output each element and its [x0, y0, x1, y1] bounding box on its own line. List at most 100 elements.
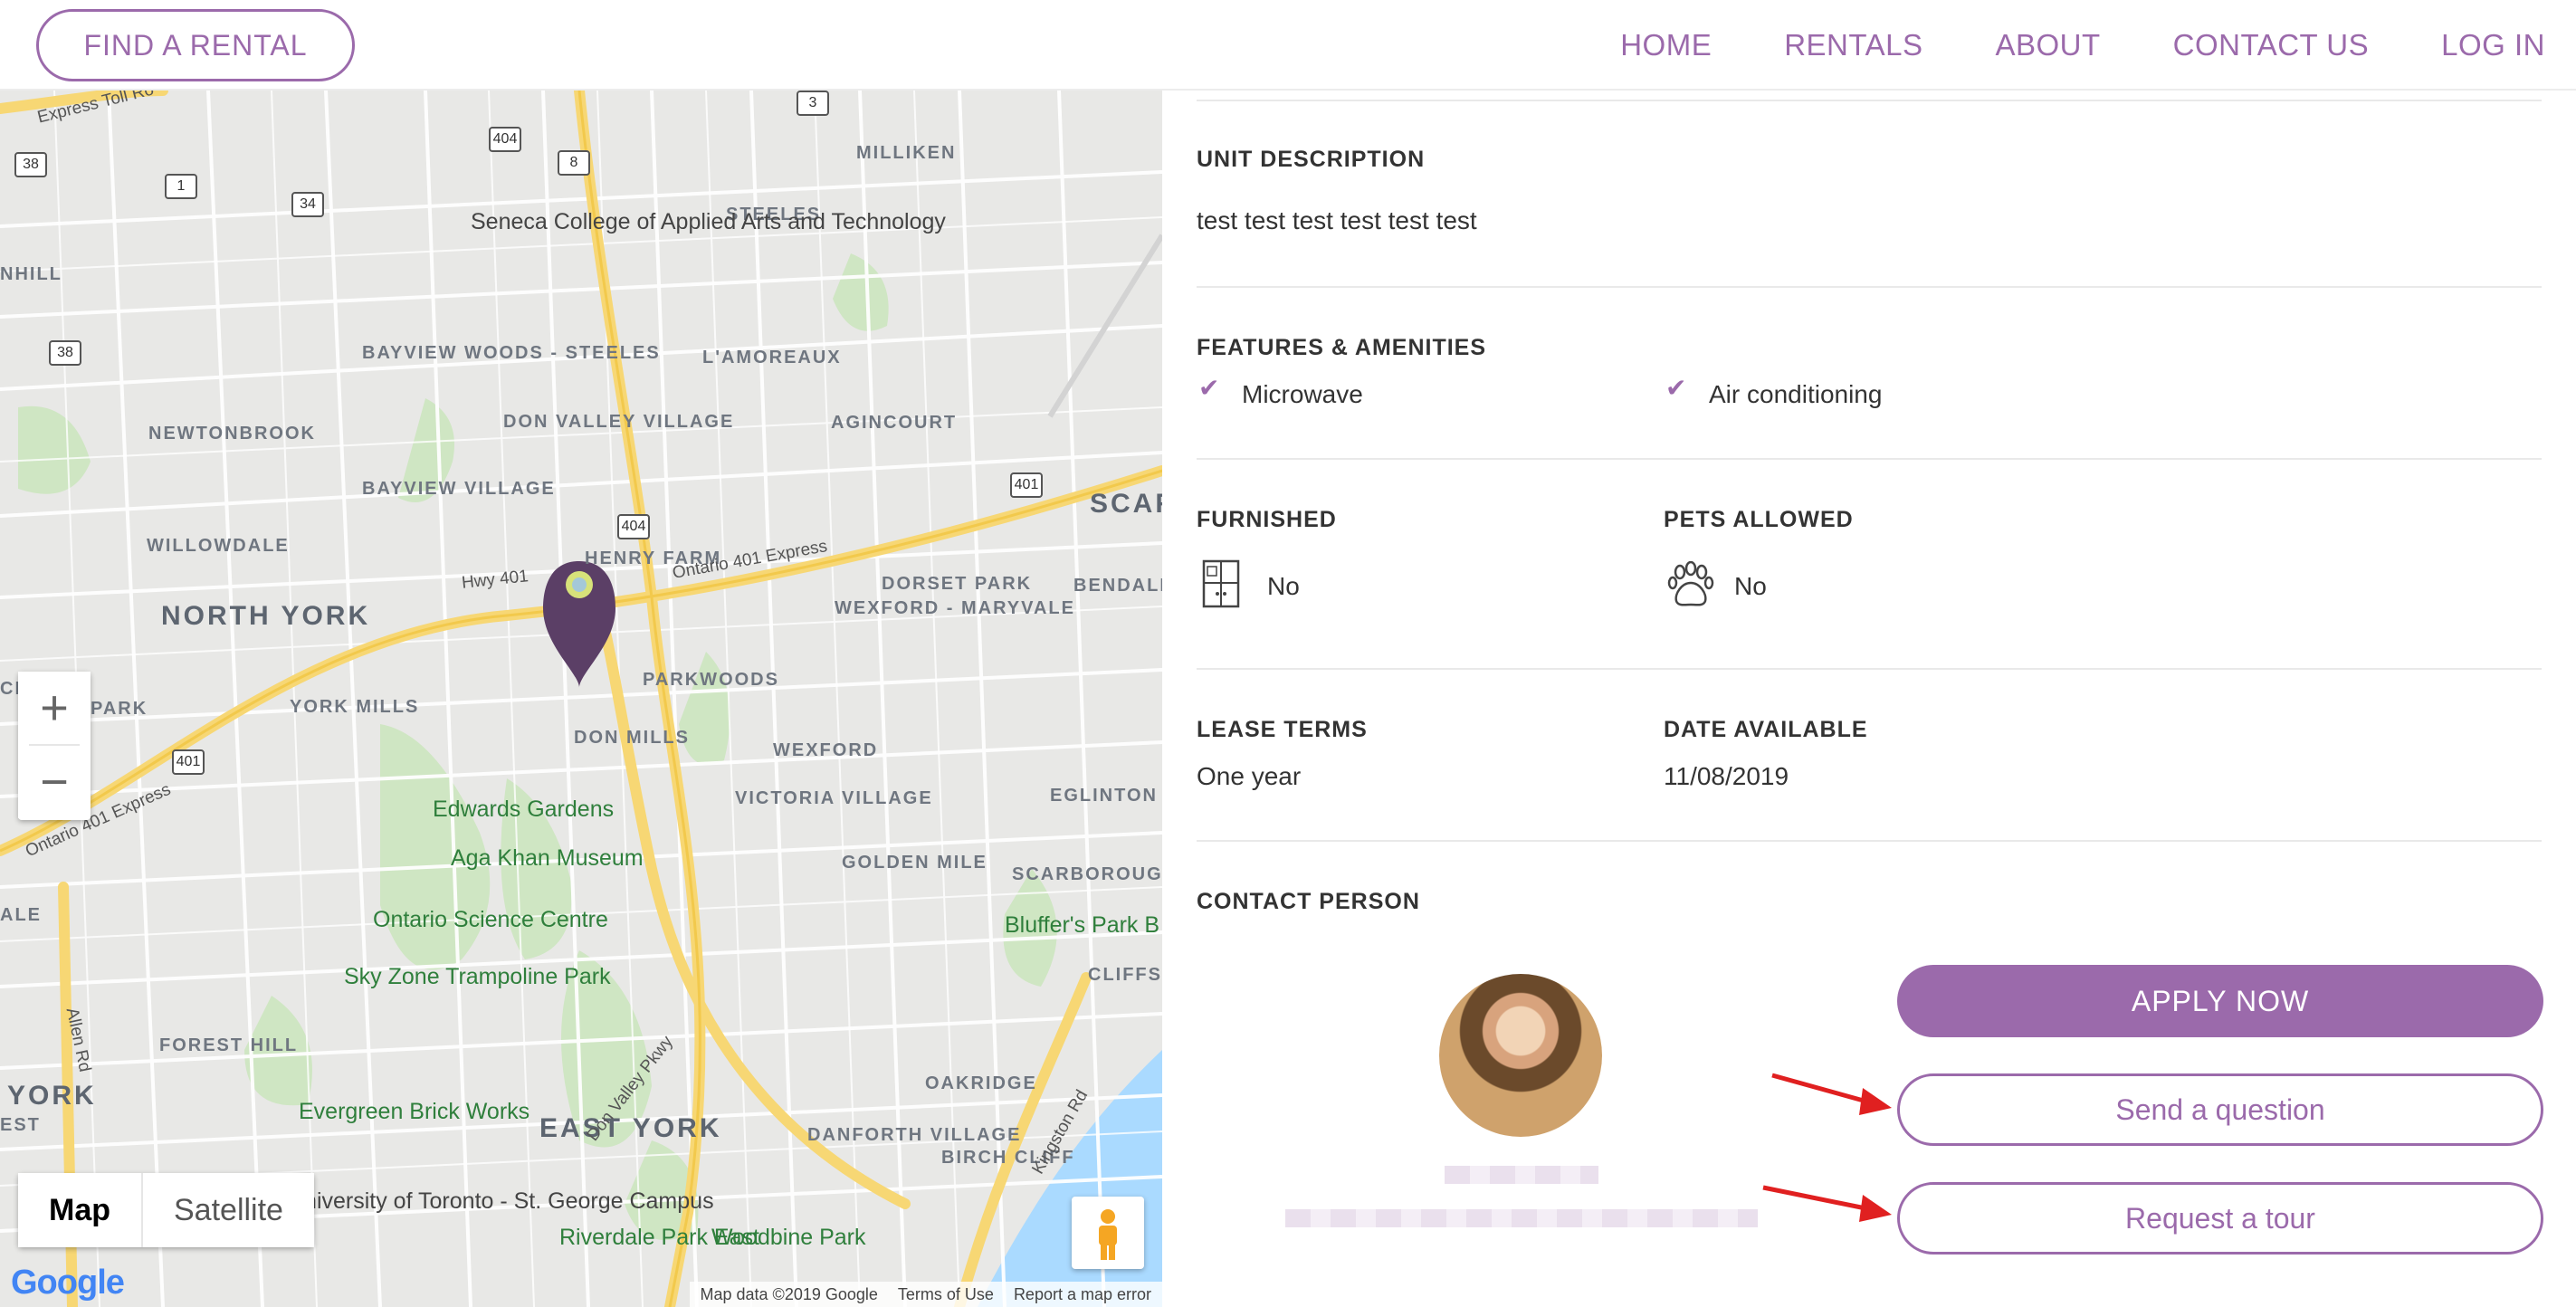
paw-icon [1667, 561, 1714, 606]
map-label-est: EST [0, 1115, 41, 1135]
map-label-parkwoods: PARKWOODS [643, 670, 779, 690]
map-label-bayview-village: BAYVIEW VILLAGE [362, 479, 556, 499]
divider [1197, 668, 2542, 670]
map-shield: 1 [165, 174, 197, 199]
find-a-rental-button[interactable]: FIND A RENTAL [36, 9, 355, 81]
map-label-lamoreaux: L'AMOREAUX [702, 348, 842, 367]
map-label-north-york: NORTH YORK [161, 601, 371, 631]
divider [1197, 100, 2542, 101]
map-label-willowdale: WILLOWDALE [147, 536, 290, 556]
map-label-victoria-village: VICTORIA VILLAGE [735, 788, 933, 808]
map-view[interactable]: MILLIKEN STEELES L'AMOREAUX AGINCOURT BA… [0, 91, 1162, 1307]
map-type-satellite-button[interactable]: Satellite [143, 1173, 314, 1247]
contact-name-redacted [1445, 1166, 1598, 1184]
map-label-dorset-park: DORSET PARK [882, 574, 1033, 594]
map-label-don-valley-village: DON VALLEY VILLAGE [503, 412, 735, 432]
map-shield: 401 [172, 749, 205, 775]
zoom-out-button[interactable]: − [18, 746, 91, 818]
nav-contact-us[interactable]: CONTACT US [2173, 28, 2369, 62]
feature-microwave: Microwave [1242, 380, 1363, 408]
top-navigation-bar: FIND A RENTAL HOME RENTALS ABOUT CONTACT… [0, 0, 2576, 91]
map-label-milliken: MILLIKEN [856, 143, 957, 163]
checkmark-icon: ✔ [1665, 374, 1687, 402]
divider [1197, 286, 2542, 288]
furnished-value: No [1267, 572, 1300, 600]
map-poi-seneca: Seneca College of Applied Arts and Techn… [471, 209, 946, 234]
report-map-error-link[interactable]: Report a map error [1014, 1285, 1151, 1304]
furnished-label: FURNISHED [1197, 507, 1337, 532]
map-poi-woodbine: Woodbine Park [711, 1225, 866, 1250]
divider [1197, 458, 2542, 460]
lease-terms-value: One year [1197, 762, 1302, 790]
checkmark-icon: ✔ [1198, 374, 1220, 402]
map-label-agincourt: AGINCOURT [831, 413, 958, 433]
nav-log-in[interactable]: LOG IN [2441, 28, 2545, 62]
map-label-wexford: WEXFORD [773, 740, 879, 760]
map-shield: 404 [617, 514, 650, 539]
map-poi-riverdale: Riverdale Park East [559, 1225, 759, 1250]
map-shield: 8 [558, 150, 590, 176]
send-question-button[interactable]: Send a question [1897, 1073, 2543, 1146]
map-label-scarborough-junction: SCARBOROUGH JUNCTION [1012, 864, 1162, 884]
map-poi-edwards-gardens: Edwards Gardens [433, 797, 615, 822]
map-label-york: YORK [7, 1081, 97, 1111]
map-shield: 401 [1010, 472, 1043, 498]
map-shield: 404 [489, 127, 521, 152]
map-label-newtonbrook: NEWTONBROOK [148, 424, 316, 444]
terms-of-use-link[interactable]: Terms of Use [898, 1285, 994, 1304]
contact-info-redacted [1285, 1209, 1758, 1227]
map-label-ale: ALE [0, 905, 42, 925]
map-label-park: PARK [91, 699, 148, 719]
map-attribution: Map data ©2019 Google Terms of Use Repor… [689, 1282, 1162, 1307]
unit-description-label: UNIT DESCRIPTION [1197, 147, 1426, 172]
lease-terms-label: LEASE TERMS [1197, 717, 1368, 742]
google-logo: Google [11, 1264, 125, 1302]
map-poi-bluffers: Bluffer's Park B [1005, 912, 1160, 938]
map-label-forest-hill: FOREST HILL [159, 1035, 299, 1055]
map-poi-science-centre: Ontario Science Centre [373, 907, 608, 932]
main-nav: HOME RENTALS ABOUT CONTACT US LOG IN [1620, 0, 2545, 91]
map-poi-aga-khan: Aga Khan Museum [451, 845, 644, 871]
map-label-york-mills: YORK MILLS [290, 697, 420, 717]
map-data-attribution: Map data ©2019 Google [700, 1284, 878, 1303]
annotation-arrow-icon [1771, 1073, 1892, 1115]
request-tour-button[interactable]: Request a tour [1897, 1182, 2543, 1255]
google-logo-text: Google [11, 1264, 125, 1302]
map-shield: 38 [14, 152, 47, 177]
pets-allowed-label: PETS ALLOWED [1664, 507, 1854, 532]
map-label-golden-mile: GOLDEN MILE [842, 853, 987, 873]
map-shield: 38 [49, 340, 81, 366]
contact-avatar [1439, 974, 1602, 1137]
map-poi-sky-zone: Sky Zone Trampoline Park [344, 964, 611, 989]
features-label: FEATURES & AMENITIES [1197, 335, 1487, 360]
listing-details-panel: UNIT DESCRIPTION test test test test tes… [1162, 91, 2576, 1307]
map-label-don-mills: DON MILLS [574, 728, 690, 748]
pets-allowed-value: No [1734, 572, 1767, 600]
unit-description-text: test test test test test test [1197, 206, 1477, 234]
nav-about[interactable]: ABOUT [1995, 28, 2100, 62]
map-label-bayview-woods: BAYVIEW WOODS - STEELES [362, 343, 661, 363]
divider [1197, 840, 2542, 842]
map-shield: 34 [291, 192, 324, 217]
map-label-cliffs: CLIFFS [1088, 965, 1162, 985]
map-label-oakridge: OAKRIDGE [925, 1073, 1037, 1093]
furniture-icon [1202, 559, 1240, 608]
date-available-label: DATE AVAILABLE [1664, 717, 1868, 742]
map-label-scar: SCAR [1090, 489, 1162, 519]
map-label-bendale: BENDALE [1073, 576, 1162, 596]
map-type-map-button[interactable]: Map [18, 1173, 143, 1247]
map-label-wexford-maryvale: WEXFORD - MARYVALE [835, 598, 1075, 618]
nav-home[interactable]: HOME [1620, 28, 1712, 62]
map-label-eglinton: EGLINTON E [1050, 786, 1162, 806]
feature-air-conditioning: Air conditioning [1709, 380, 1883, 408]
apply-now-button[interactable]: APPLY NOW [1897, 965, 2543, 1037]
nav-rentals[interactable]: RENTALS [1784, 28, 1922, 62]
annotation-arrow-icon [1762, 1185, 1892, 1222]
map-label-danforth-village: DANFORTH VILLAGE [807, 1125, 1022, 1145]
zoom-in-button[interactable]: + [18, 672, 91, 744]
map-poi-evergreen: Evergreen Brick Works [299, 1099, 530, 1124]
zoom-control: + − [18, 672, 91, 820]
contact-person-label: CONTACT PERSON [1197, 889, 1420, 914]
map-shield: 3 [797, 91, 829, 116]
street-view-pegman-icon[interactable] [1072, 1197, 1144, 1269]
